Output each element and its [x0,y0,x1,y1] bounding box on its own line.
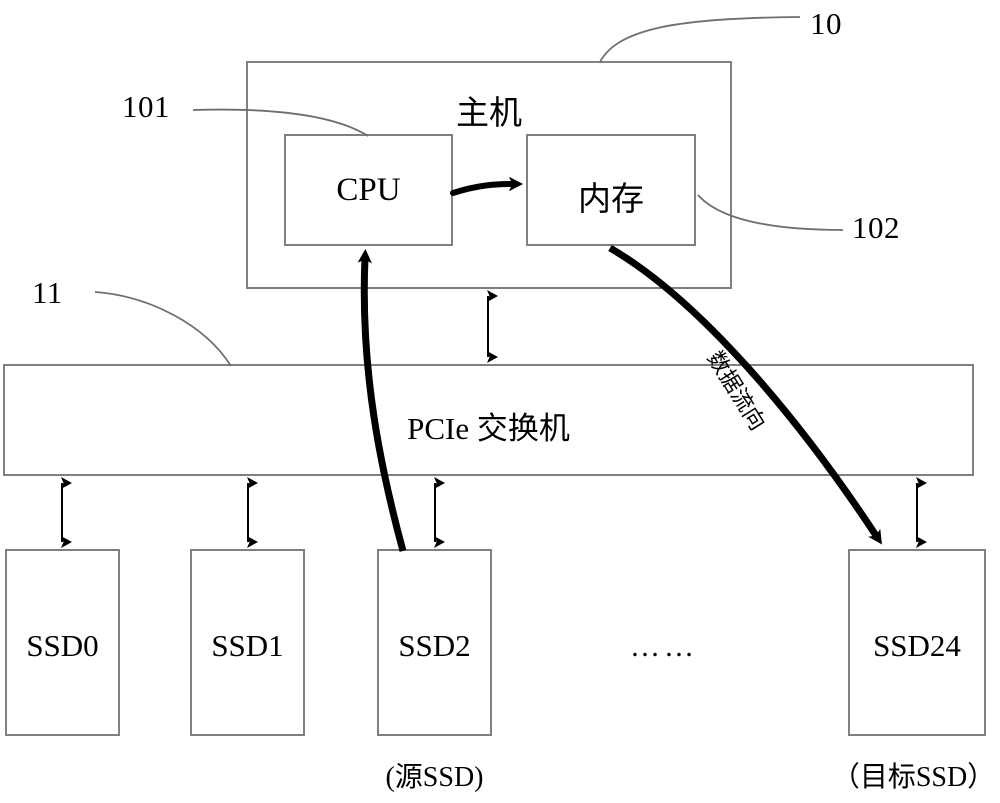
cpu-label: CPU [336,172,401,208]
reference-numeral-10: 10 [810,6,842,41]
pcie-switch-label: PCIe 交换机 [407,411,570,446]
architecture-diagram: 10 101 102 11 主机 CPU 内存 PCIe 交换机 数据流向 SS… [0,0,1000,803]
ssd1-label: SSD1 [211,628,284,663]
ssd2-label: SSD2 [398,628,471,663]
ssd24-label: SSD24 [873,628,961,663]
reference-numeral-102: 102 [852,210,900,245]
memory-label: 内存 [578,182,644,218]
reference-numeral-101: 101 [122,89,170,124]
target-ssd-caption: （目标SSD） [831,762,996,793]
ssd-ellipsis: …… [630,630,698,663]
source-ssd-caption: (源SSD) [385,762,484,793]
reference-numeral-11: 11 [32,275,63,310]
cpu-to-memory-arrow [450,176,523,196]
leader-line-102 [697,194,844,231]
leader-line-11 [94,291,232,367]
ssd0-label: SSD0 [26,628,99,663]
leader-line-10 [599,16,801,63]
host-title: 主机 [456,96,522,132]
